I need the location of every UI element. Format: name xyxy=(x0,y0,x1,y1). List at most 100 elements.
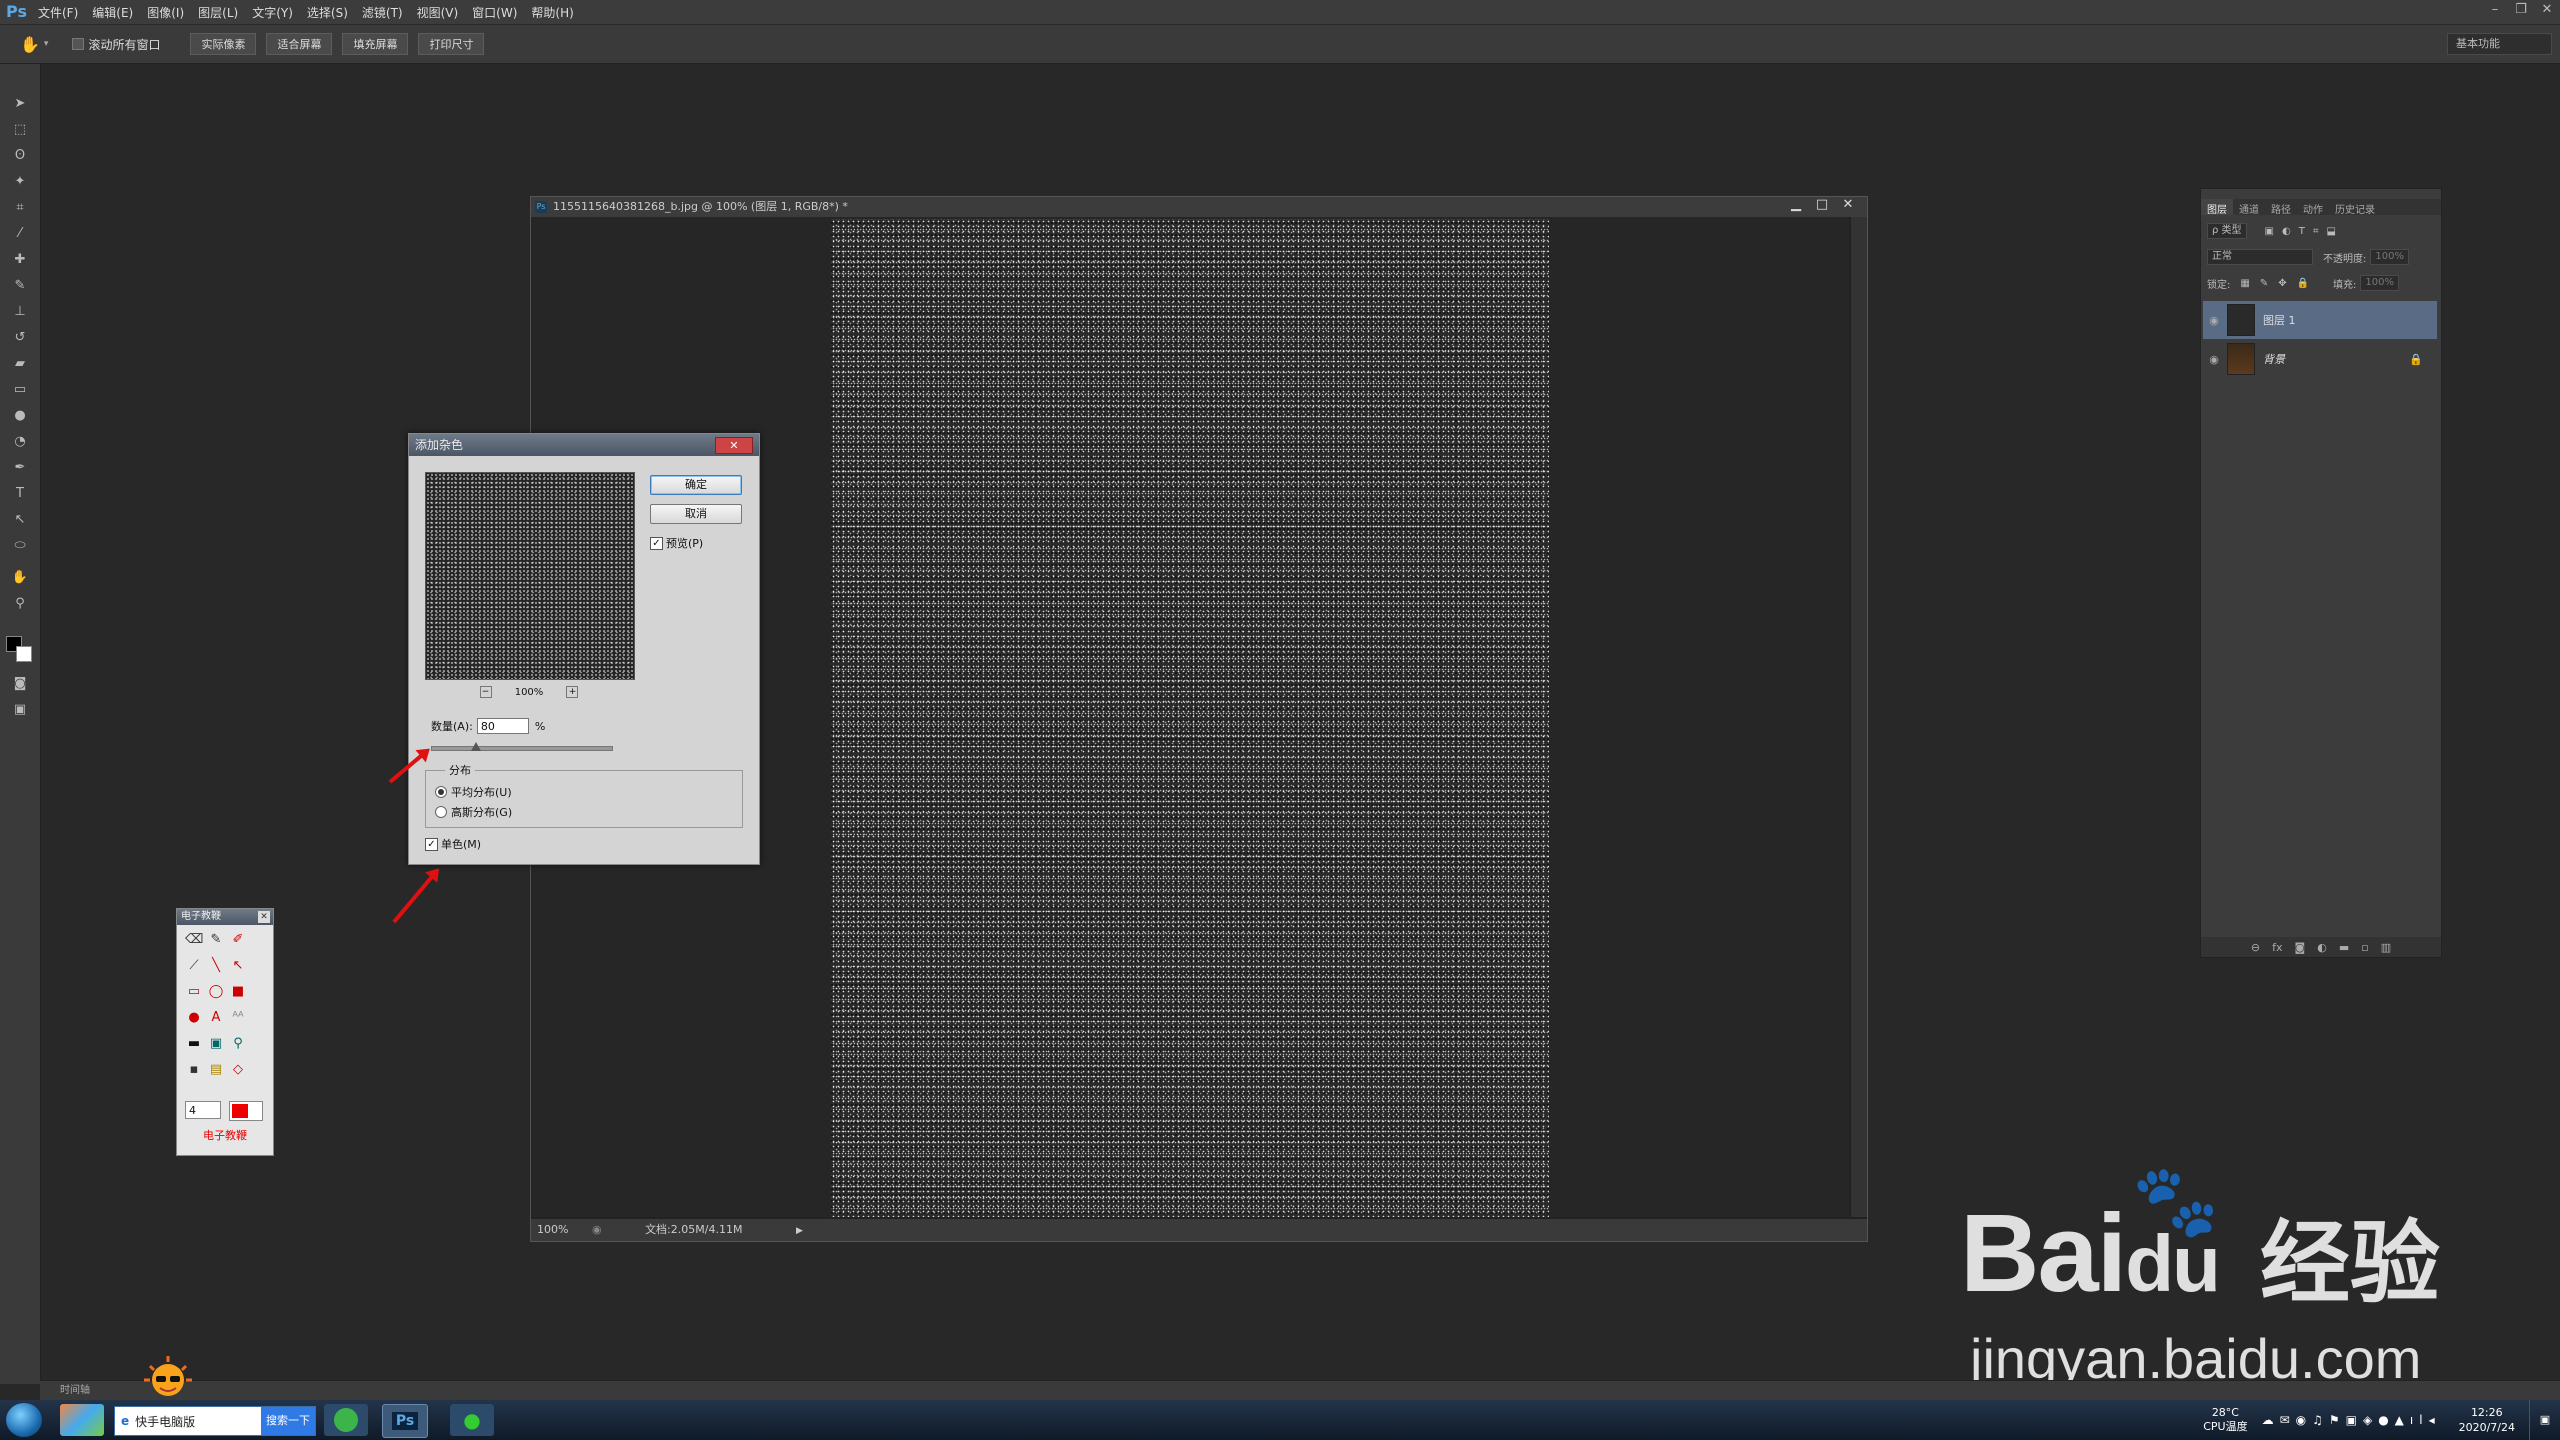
eye-icon[interactable]: ◉ xyxy=(2207,353,2221,366)
start-button[interactable] xyxy=(6,1403,42,1437)
adjustment-icon[interactable]: ◐ xyxy=(2317,941,2327,954)
tab-layers[interactable]: 图层 xyxy=(2201,199,2233,216)
tab-channels[interactable]: 通道 xyxy=(2233,199,2265,216)
screenshot-icon[interactable]: ▣ xyxy=(207,1035,225,1053)
eraser-icon[interactable]: ⌫ xyxy=(185,931,203,949)
magic-wand-tool-icon[interactable]: ✦ xyxy=(8,172,32,192)
rectangle-icon[interactable]: ▭ xyxy=(185,983,203,1001)
brush-tool-icon[interactable]: ✎ xyxy=(8,276,32,296)
search-button[interactable]: 搜索一下 xyxy=(261,1407,315,1435)
hand-tool-icon[interactable]: ✋ xyxy=(20,35,40,54)
minimize-icon[interactable]: ▁ xyxy=(1783,197,1809,212)
restore-icon[interactable]: ❐ xyxy=(2508,0,2534,24)
type-tool-icon[interactable]: T xyxy=(8,484,32,504)
layer-row[interactable]: ◉ 背景 🔒 xyxy=(2203,340,2437,378)
minimize-icon[interactable]: – xyxy=(2482,0,2508,24)
text-icon[interactable]: A xyxy=(207,1009,225,1027)
menu-edit[interactable]: 编辑(E) xyxy=(92,4,133,21)
layer-row[interactable]: ◉ 图层 1 xyxy=(2203,301,2437,339)
clock[interactable]: 12:26 2020/7/24 xyxy=(2459,1405,2515,1435)
zoom-tool-icon[interactable]: ⚲ xyxy=(8,594,32,614)
menu-image[interactable]: 图像(I) xyxy=(147,4,184,21)
tab-paths[interactable]: 路径 xyxy=(2265,199,2297,216)
screen-mode-icon[interactable]: ▣ xyxy=(8,700,32,720)
status-zoom[interactable]: 100% xyxy=(537,1223,568,1236)
pinwheel-app-icon[interactable] xyxy=(60,1404,104,1436)
magnifier-icon[interactable]: ⚲ xyxy=(229,1035,247,1053)
blur-tool-icon[interactable]: ● xyxy=(8,406,32,426)
pen-tool-icon[interactable]: ✒ xyxy=(8,458,32,478)
ellipse-icon[interactable]: ◯ xyxy=(207,983,225,1001)
menu-layer[interactable]: 图层(L) xyxy=(198,4,238,21)
shape-tool-icon[interactable]: ⬭ xyxy=(8,536,32,556)
menu-filter[interactable]: 滤镜(T) xyxy=(362,4,403,21)
status-info-icon[interactable]: ◉ xyxy=(592,1223,602,1236)
eyedropper-tool-icon[interactable]: ⁄ xyxy=(8,224,32,244)
amount-slider-track[interactable] xyxy=(431,746,613,751)
browser-app-icon[interactable] xyxy=(324,1404,368,1436)
lasso-tool-icon[interactable]: ʘ xyxy=(8,146,32,166)
lock-icons[interactable]: ▦✎✥🔒 xyxy=(2240,278,2319,289)
gradient-tool-icon[interactable]: ▭ xyxy=(8,380,32,400)
eye-icon[interactable]: ◉ xyxy=(2207,314,2221,327)
preview-checkbox[interactable]: ✓ xyxy=(650,536,663,550)
pen-color-select[interactable] xyxy=(229,1101,263,1121)
highlighter-icon[interactable]: ✐ xyxy=(229,931,247,949)
vertical-scrollbar[interactable] xyxy=(1851,217,1867,1217)
tab-actions[interactable]: 动作 xyxy=(2297,199,2329,216)
uniform-option[interactable]: 平均分布(U) xyxy=(435,784,512,800)
hand-tool-icon[interactable]: ✋ xyxy=(8,568,32,588)
opacity-input[interactable]: 100% xyxy=(2370,249,2409,265)
clear-icon[interactable]: ◇ xyxy=(229,1061,247,1079)
wechat-taskbar-icon[interactable]: ● xyxy=(450,1404,494,1436)
cancel-button[interactable]: 取消 xyxy=(650,504,742,524)
filled-rectangle-icon[interactable]: ■ xyxy=(229,983,247,1001)
menu-type[interactable]: 文字(Y) xyxy=(252,4,293,21)
menu-select[interactable]: 选择(S) xyxy=(307,4,348,21)
marquee-tool-icon[interactable]: ⬚ xyxy=(8,120,32,140)
fill-input[interactable]: 100% xyxy=(2360,275,2400,291)
show-desktop-icon[interactable]: ▣ xyxy=(2529,1400,2560,1440)
layer-filter-select[interactable]: ρ 类型 xyxy=(2207,223,2247,239)
status-menu-arrow-icon[interactable]: ▶ xyxy=(796,1226,803,1236)
healing-brush-tool-icon[interactable]: ✚ xyxy=(8,250,32,270)
gaussian-option[interactable]: 高斯分布(G) xyxy=(435,804,512,820)
close-icon[interactable]: ✕ xyxy=(2534,0,2560,24)
tab-history[interactable]: 历史记录 xyxy=(2329,199,2381,216)
stamp-tool-icon[interactable]: ⊥ xyxy=(8,302,32,322)
arrow-icon[interactable]: ↖ xyxy=(229,957,247,975)
filter-preview[interactable] xyxy=(425,472,635,680)
filled-ellipse-icon[interactable]: ● xyxy=(185,1009,203,1027)
fit-screen-button[interactable]: 适合屏幕 xyxy=(266,33,333,55)
path-select-tool-icon[interactable]: ↖ xyxy=(8,510,32,530)
actual-pixels-button[interactable]: 实际像素 xyxy=(190,33,257,55)
filter-icons[interactable]: ▣◐T⌗⬓ xyxy=(2265,226,2344,237)
gaussian-radio[interactable] xyxy=(435,806,447,818)
line-icon[interactable]: ╲ xyxy=(207,957,225,975)
group-icon[interactable]: ▬ xyxy=(2339,941,2349,954)
fx-icon[interactable]: fx xyxy=(2272,941,2282,954)
new-layer-icon[interactable]: ▫ xyxy=(2361,941,2368,954)
dodge-tool-icon[interactable]: ◔ xyxy=(8,432,32,452)
crop-tool-icon[interactable]: ⌗ xyxy=(8,198,32,218)
pen-size-select[interactable]: 4 xyxy=(185,1101,221,1119)
amount-input[interactable]: 80 xyxy=(476,718,529,734)
eraser-tool-icon[interactable]: ▰ xyxy=(8,354,32,374)
print-size-button[interactable]: 打印尺寸 xyxy=(418,33,485,55)
noise-image-canvas[interactable] xyxy=(831,219,1549,1217)
zoom-in-button[interactable]: + xyxy=(566,686,579,698)
save-icon[interactable]: ▪ xyxy=(185,1061,203,1079)
open-folder-icon[interactable]: ▤ xyxy=(207,1061,225,1079)
taskbar-search[interactable]: e 快手电脑版 搜索一下 xyxy=(114,1406,316,1436)
menu-view[interactable]: 视图(V) xyxy=(417,4,459,21)
amount-slider-thumb[interactable] xyxy=(471,742,481,751)
quick-mask-icon[interactable]: ◙ xyxy=(8,674,32,694)
fill-screen-button[interactable]: 填充屏幕 xyxy=(342,33,409,55)
search-input[interactable]: 快手电脑版 xyxy=(135,1413,195,1430)
mask-icon[interactable]: ◙ xyxy=(2295,941,2306,954)
history-brush-tool-icon[interactable]: ↺ xyxy=(8,328,32,348)
timeline-bar[interactable]: 时间轴 xyxy=(40,1380,2560,1400)
tray-icons[interactable]: ☁✉◉♫⚑▣◈●▲ıl◂ xyxy=(2262,1413,2441,1427)
workspace-dropdown[interactable]: 基本功能 xyxy=(2447,33,2552,55)
blackboard-icon[interactable]: ▬ xyxy=(185,1035,203,1053)
